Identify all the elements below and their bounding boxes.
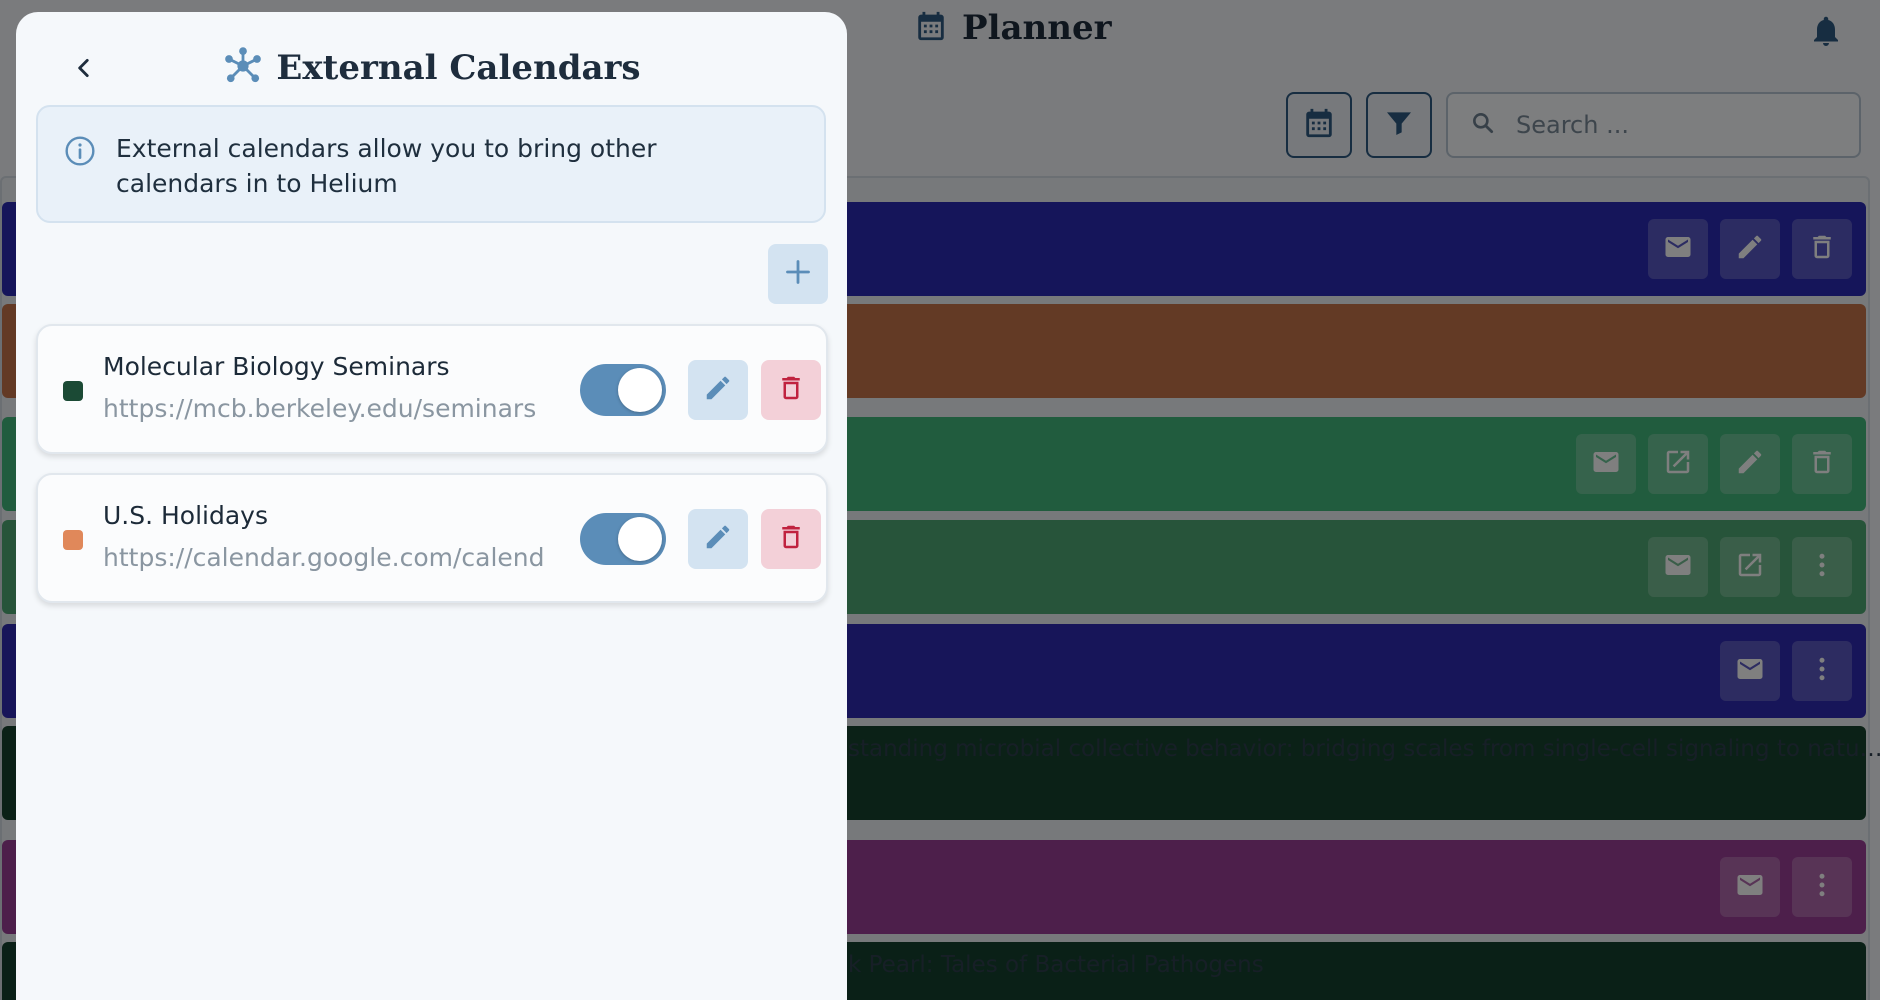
edit-calendar-button[interactable]	[688, 360, 748, 420]
external-calendars-dialog: External Calendars External calendars al…	[16, 12, 847, 1000]
trash-icon	[776, 373, 806, 407]
delete-calendar-button[interactable]	[761, 360, 821, 420]
calendar-url: https://mcb.berkeley.edu/seminars	[103, 394, 537, 423]
external-calendar-item: Molecular Biology Seminars https://mcb.b…	[36, 324, 828, 454]
external-calendar-item: U.S. Holidays https://calendar.google.co…	[36, 473, 828, 603]
dialog-title: External Calendars	[16, 40, 847, 96]
calendar-enabled-toggle[interactable]	[580, 364, 666, 416]
info-icon	[64, 135, 96, 171]
info-alert: External calendars allow you to bring ot…	[36, 105, 826, 223]
calendar-name: U.S. Holidays	[103, 501, 269, 530]
pencil-icon	[703, 373, 733, 407]
toggle-knob	[618, 368, 662, 412]
edit-calendar-button[interactable]	[688, 509, 748, 569]
add-calendar-button[interactable]	[768, 244, 828, 304]
info-text: External calendars allow you to bring ot…	[116, 134, 657, 198]
pencil-icon	[703, 522, 733, 556]
delete-calendar-button[interactable]	[761, 509, 821, 569]
calendar-name: Molecular Biology Seminars	[103, 352, 450, 381]
plus-icon	[784, 258, 812, 290]
dialog-title-text: External Calendars	[276, 48, 641, 88]
trash-icon	[776, 522, 806, 556]
calendar-url: https://calendar.google.com/calendar	[103, 543, 546, 572]
calendar-color-swatch[interactable]	[63, 530, 83, 550]
calendar-color-swatch[interactable]	[63, 381, 83, 401]
calendar-enabled-toggle[interactable]	[580, 513, 666, 565]
toggle-knob	[618, 517, 662, 561]
network-icon	[222, 45, 264, 91]
